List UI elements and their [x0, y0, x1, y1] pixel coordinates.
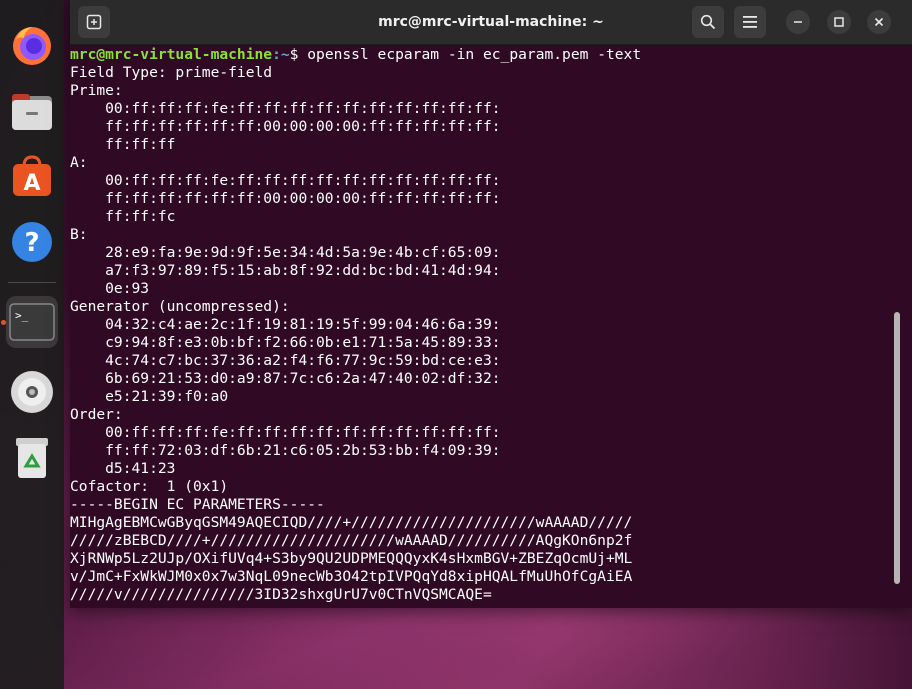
terminal-output-area[interactable]: mrc@mrc-virtual-machine:~$ openssl ecpar…	[70, 44, 890, 608]
svg-text:A: A	[23, 171, 40, 196]
prompt-path: :~	[272, 46, 290, 63]
help-launcher[interactable]: ?	[6, 216, 58, 268]
command-text: openssl ecparam -in ec_param.pem -text	[307, 46, 642, 63]
title-bar[interactable]: mrc@mrc-virtual-machine: ~	[70, 0, 912, 45]
dock: A ? >_	[0, 0, 64, 689]
terminal-window: mrc@mrc-virtual-machine: ~ mrc@mrc-virtu…	[70, 0, 912, 608]
svg-text:?: ?	[24, 228, 39, 258]
hamburger-menu-icon	[743, 16, 757, 28]
svg-text:>_: >_	[15, 309, 29, 322]
disc-icon	[11, 371, 53, 413]
close-icon	[874, 17, 884, 27]
software-launcher[interactable]: A	[6, 150, 58, 202]
search-button[interactable]	[692, 6, 724, 38]
terminal-launcher[interactable]: >_	[6, 296, 58, 348]
menu-button[interactable]	[734, 6, 766, 38]
software-icon: A	[13, 155, 51, 196]
prompt-symbol: $	[289, 46, 308, 63]
firefox-icon	[13, 27, 51, 65]
new-tab-button[interactable]	[78, 6, 110, 38]
disc-launcher[interactable]	[6, 366, 58, 418]
command-output: Field Type: prime-field Prime: 00:ff:ff:…	[70, 64, 633, 603]
maximize-icon	[834, 17, 844, 27]
minimize-icon	[794, 21, 802, 23]
files-launcher[interactable]	[6, 86, 58, 138]
terminal-icon: >_	[9, 303, 55, 341]
trash-launcher[interactable]	[6, 432, 58, 484]
search-icon	[700, 14, 716, 30]
help-icon: ?	[12, 222, 52, 262]
firefox-launcher[interactable]	[6, 20, 58, 72]
files-icon	[12, 94, 52, 130]
scrollbar-thumb[interactable]	[894, 312, 900, 584]
maximize-button[interactable]	[827, 10, 851, 34]
dock-separator	[8, 282, 56, 283]
terminal-text: mrc@mrc-virtual-machine:~$ openssl ecpar…	[70, 44, 890, 604]
prompt-user: mrc@mrc-virtual-machine	[70, 46, 273, 63]
trash-icon	[16, 438, 48, 478]
new-tab-icon	[86, 14, 102, 30]
minimize-button[interactable]	[786, 10, 810, 34]
close-button[interactable]	[867, 10, 891, 34]
